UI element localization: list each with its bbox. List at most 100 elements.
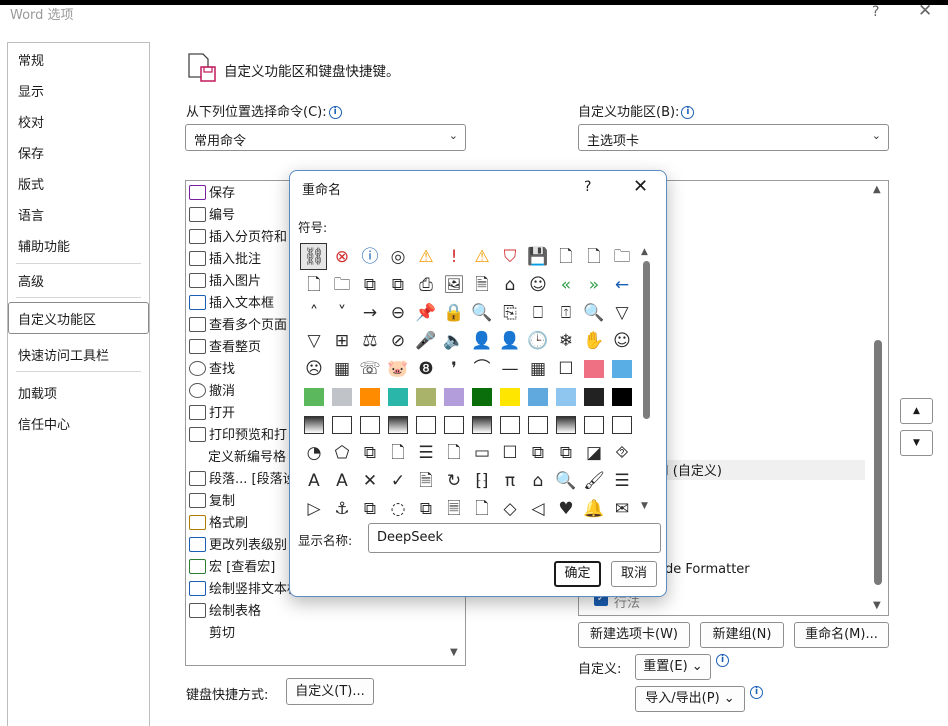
symbol-cell[interactable]: ⓘ <box>358 245 382 269</box>
scroll-down-arrow-icon[interactable]: ▼ <box>873 600 881 611</box>
symbol-cell[interactable]: ⊗ <box>330 245 354 269</box>
list-item[interactable]: 插入批注 <box>189 248 261 270</box>
pattern-swatch[interactable] <box>416 416 436 434</box>
ribbon-tabs-select[interactable]: 主选项卡 ⌄ <box>578 124 889 151</box>
symbol-cell[interactable]: ⚠ <box>470 245 494 269</box>
color-swatch[interactable] <box>500 388 520 406</box>
symbol-cell[interactable]: 🗎 <box>470 273 494 297</box>
symbol-cell[interactable]: ♥ <box>554 497 578 521</box>
pattern-swatch[interactable] <box>500 416 520 434</box>
nav-item-language[interactable]: 语言 <box>18 205 44 224</box>
symbol-cell[interactable]: ⛓ <box>302 245 326 269</box>
symbol-cell[interactable]: ⊞ <box>330 329 354 353</box>
symbol-cell[interactable]: 🗀 <box>610 245 634 269</box>
list-item[interactable]: 绘制表格 <box>189 600 261 622</box>
symbol-cell[interactable]: ⚠ <box>414 245 438 269</box>
pattern-swatch[interactable] <box>360 416 380 434</box>
symbol-cell[interactable]: 🔍 <box>554 469 578 493</box>
symbol-cell[interactable]: ◇ <box>498 497 522 521</box>
symbol-cell[interactable]: ! <box>442 245 466 269</box>
symbol-cell[interactable]: ▷ <box>302 497 326 521</box>
symbol-cell[interactable]: ⚓ <box>330 497 354 521</box>
dialog-close-icon[interactable]: ✕ <box>633 176 648 197</box>
symbol-cell[interactable]: ⛉ <box>498 245 522 269</box>
list-item[interactable]: 段落... [段落设 <box>189 468 296 490</box>
cancel-button[interactable]: 取消 <box>611 561 657 587</box>
color-swatch[interactable] <box>304 388 324 406</box>
symbol-cell[interactable]: ▦ <box>330 357 354 381</box>
symbol-cell[interactable]: A <box>302 469 326 493</box>
list-item[interactable]: 绘制竖排文本框 <box>189 578 300 600</box>
color-swatch[interactable] <box>612 360 632 378</box>
scroll-up-arrow-icon[interactable]: ▲ <box>641 247 648 257</box>
reset-button[interactable]: 重置(E) ⌄ <box>635 654 711 680</box>
symbol-cell[interactable]: ⍐ <box>554 301 578 325</box>
color-swatch[interactable] <box>528 388 548 406</box>
color-swatch[interactable] <box>612 388 632 406</box>
pattern-swatch[interactable] <box>332 416 352 434</box>
move-up-button[interactable]: ▲ <box>900 398 933 424</box>
new-tab-button[interactable]: 新建选项卡(W) <box>578 622 690 648</box>
symbol-cell[interactable]: ✉ <box>610 497 634 521</box>
symbol-cell[interactable]: 🕒 <box>526 329 550 353</box>
color-swatch[interactable] <box>584 388 604 406</box>
list-item[interactable]: 查看多个页面 <box>189 314 287 336</box>
pattern-swatch[interactable] <box>444 416 464 434</box>
close-icon[interactable]: ✕ <box>918 1 932 21</box>
symbol-cell[interactable]: ❽ <box>414 357 438 381</box>
nav-item-addins[interactable]: 加载项 <box>18 383 57 402</box>
symbol-cell[interactable]: ☰ <box>610 469 634 493</box>
nav-item-display[interactable]: 显示 <box>18 81 44 100</box>
symbol-cell[interactable]: 🗋 <box>386 441 410 465</box>
symbol-cell[interactable]: π <box>498 469 522 493</box>
symbol-cell[interactable]: 👤 <box>498 329 522 353</box>
symbol-cell[interactable]: 🗋 <box>442 441 466 465</box>
symbol-cell[interactable]: ⬠ <box>330 441 354 465</box>
move-down-button[interactable]: ▼ <box>900 430 933 456</box>
scrollbar-thumb[interactable] <box>643 261 650 419</box>
rename-button[interactable]: 重命名(M)... <box>794 622 889 648</box>
symbol-cell[interactable]: ⯑ <box>610 441 634 465</box>
pattern-swatch[interactable] <box>304 416 324 434</box>
keyboard-customize-button[interactable]: 自定义(T)... <box>286 678 374 705</box>
symbol-cell[interactable]: ⧉ <box>386 273 410 297</box>
symbol-cell[interactable]: ☏ <box>358 357 382 381</box>
color-swatch[interactable] <box>360 388 380 406</box>
symbol-cell[interactable]: 🗏 <box>442 497 466 521</box>
symbol-cell[interactable]: ⊘ <box>386 329 410 353</box>
symbol-cell[interactable]: ☺ <box>610 329 634 353</box>
list-item[interactable]: 打开 <box>189 402 235 424</box>
symbol-cell[interactable]: ✕ <box>358 469 382 493</box>
list-item[interactable]: 定义新编号格 <box>208 446 286 468</box>
symbol-cell[interactable]: ☹ <box>302 357 326 381</box>
symbol-cell[interactable]: ☰ <box>414 441 438 465</box>
symbol-cell[interactable]: ˅ <box>330 301 354 325</box>
color-swatch[interactable] <box>444 388 464 406</box>
symbol-cell[interactable]: 🔈 <box>442 329 466 353</box>
symbol-cell[interactable]: ⌂ <box>526 469 550 493</box>
symbol-cell[interactable]: ⧉ <box>358 497 382 521</box>
symbol-cell[interactable]: 🗋 <box>470 497 494 521</box>
symbol-cell[interactable]: 🔒 <box>442 301 466 325</box>
list-item[interactable]: 插入分页符和 <box>189 226 287 248</box>
list-item[interactable]: 保存 <box>189 182 235 204</box>
symbol-cell[interactable]: ◁ <box>526 497 550 521</box>
symbol-grid[interactable]: ⛓ ⊗ ⓘ ◎ ⚠! ⚠ ⛉ 💾 🗋 🗋 🗀 🗋 🗀 ⧉ ⧉ ⎙ 🖼 🗎 ⌂ ☺ «» ← ˄ ˅ → ⊖ 📌 🔒 🔍 ⎘ ⎕ ⍐ 🔍 ▽ ▽ ⊞ ⚖ ⊘… <box>300 243 640 519</box>
list-item[interactable]: 更改列表级别 <box>189 534 287 556</box>
pattern-swatch[interactable] <box>388 416 408 434</box>
symbol-cell[interactable]: 🗋 <box>302 273 326 297</box>
list-item[interactable]: 编号 <box>189 204 235 226</box>
symbol-cell[interactable]: 🗋 <box>554 245 578 269</box>
color-swatch[interactable] <box>416 388 436 406</box>
pattern-swatch[interactable] <box>584 416 604 434</box>
new-group-button[interactable]: 新建组(N) <box>700 622 784 648</box>
symbol-cell[interactable]: ▭ <box>470 441 494 465</box>
list-item[interactable]: 宏 [查看宏] <box>189 556 275 578</box>
symbol-cell[interactable]: ⧉ <box>414 497 438 521</box>
color-swatch[interactable] <box>388 388 408 406</box>
symbol-cell[interactable]: 🖼 <box>442 273 466 297</box>
pattern-swatch[interactable] <box>612 416 632 434</box>
symbol-cell[interactable]: ↻ <box>442 469 466 493</box>
nav-item-save[interactable]: 保存 <box>18 143 44 162</box>
tree-item-formatter[interactable]: de Formatter <box>665 562 750 577</box>
